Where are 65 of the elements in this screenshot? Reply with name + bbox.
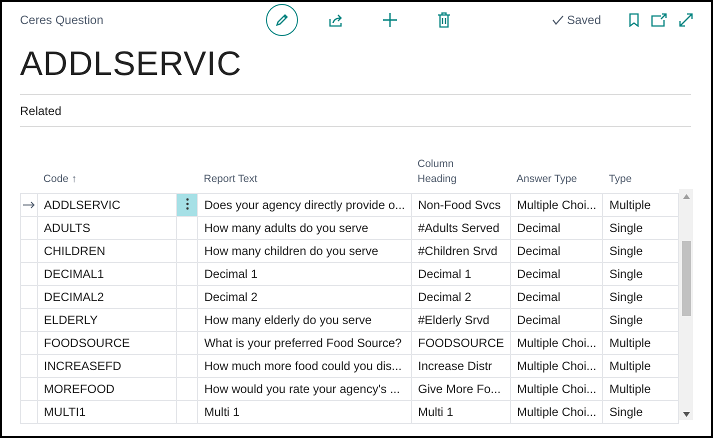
related-menu[interactable]: Related xyxy=(20,104,62,118)
table-cell: Non-Food Svcs xyxy=(412,194,511,216)
table-cell: #Elderly Srvd xyxy=(412,308,511,332)
share-icon xyxy=(328,12,344,28)
table-cell: Decimal xyxy=(510,262,603,286)
table-cell: Decimal xyxy=(510,240,603,262)
column-header[interactable]: Type xyxy=(608,173,632,185)
scrollbar-thumb[interactable] xyxy=(682,240,691,316)
table-cell: Single xyxy=(602,400,679,424)
table-cell: Decimal 2 xyxy=(412,286,511,308)
record-title: ADDLSERVIC xyxy=(20,44,243,85)
edit-button[interactable] xyxy=(266,4,298,36)
code-cell[interactable]: MULTI1 xyxy=(37,400,176,424)
saved-status: Saved xyxy=(566,13,601,27)
code-cell[interactable]: ADDLSERVIC xyxy=(37,194,176,216)
table-cell: Decimal xyxy=(510,308,603,332)
column-header[interactable]: Column Heading xyxy=(418,157,468,187)
column-header[interactable]: Answer Type xyxy=(516,173,578,185)
table-cell: Decimal xyxy=(510,286,603,308)
table-cell: Multiple Choi... xyxy=(510,354,603,378)
column-header[interactable]: Report Text xyxy=(204,173,258,185)
table-cell: What is your preferred Food Source? xyxy=(198,332,412,354)
table-cell: FOODSOURCE xyxy=(412,332,511,354)
table-cell: Does your agency directly provide o... xyxy=(198,194,412,216)
table-cell: #Adults Served xyxy=(412,216,511,240)
bookmark-icon[interactable] xyxy=(629,13,639,27)
table-cell: Multi 1 xyxy=(412,400,511,424)
more-options-icon xyxy=(186,198,189,210)
column-header[interactable]: Code ↑ xyxy=(43,173,77,185)
expand-icon[interactable] xyxy=(679,13,693,27)
table-cell: #Children Srvd xyxy=(412,240,511,262)
code-cell[interactable]: ADULTS xyxy=(37,216,176,240)
code-cell[interactable]: INCREASEFD xyxy=(37,354,176,378)
code-cell[interactable]: ELDERLY xyxy=(37,308,176,332)
open-new-window-icon[interactable] xyxy=(651,13,667,27)
code-cell[interactable]: DECIMAL2 xyxy=(37,286,176,308)
code-cell[interactable]: DECIMAL1 xyxy=(37,262,176,286)
table-cell: How many adults do you serve xyxy=(198,216,412,240)
code-cell[interactable]: CHILDREN xyxy=(37,240,176,262)
row-actions-button[interactable] xyxy=(176,194,198,216)
table-cell: Multiple Choi... xyxy=(510,400,603,424)
table-cell: Decimal 1 xyxy=(412,262,511,286)
table-cell: Multiple Choi... xyxy=(510,332,603,354)
table-cell: Give More Fo... xyxy=(412,378,511,400)
table-cell: How many children do you serve xyxy=(198,240,412,262)
table-cell: Multiple Choi... xyxy=(510,378,603,400)
table-cell: How would you rate your agency's ... xyxy=(198,378,412,400)
table-cell: How many elderly do you serve xyxy=(198,308,412,332)
scrollbar[interactable] xyxy=(679,189,693,420)
table-cell: Multiple Choi... xyxy=(510,194,603,216)
code-cell[interactable]: MOREFOOD xyxy=(37,378,176,400)
page-caption: Ceres Question xyxy=(20,13,104,27)
trash-icon xyxy=(437,12,451,28)
table-cell: Multiple xyxy=(602,194,679,216)
scroll-down-icon[interactable] xyxy=(682,412,690,417)
table-cell: Multi 1 xyxy=(198,400,412,424)
table-cell: Increase Distr xyxy=(412,354,511,378)
table-cell: How much more food could you dis... xyxy=(198,354,412,378)
code-cell[interactable]: FOODSOURCE xyxy=(37,332,176,354)
table-cell: Decimal xyxy=(510,216,603,240)
add-icon xyxy=(382,12,398,28)
table-cell: Decimal 1 xyxy=(198,262,412,286)
table-cell: Decimal 2 xyxy=(198,286,412,308)
edit-icon xyxy=(274,12,290,28)
check-icon xyxy=(552,15,564,25)
